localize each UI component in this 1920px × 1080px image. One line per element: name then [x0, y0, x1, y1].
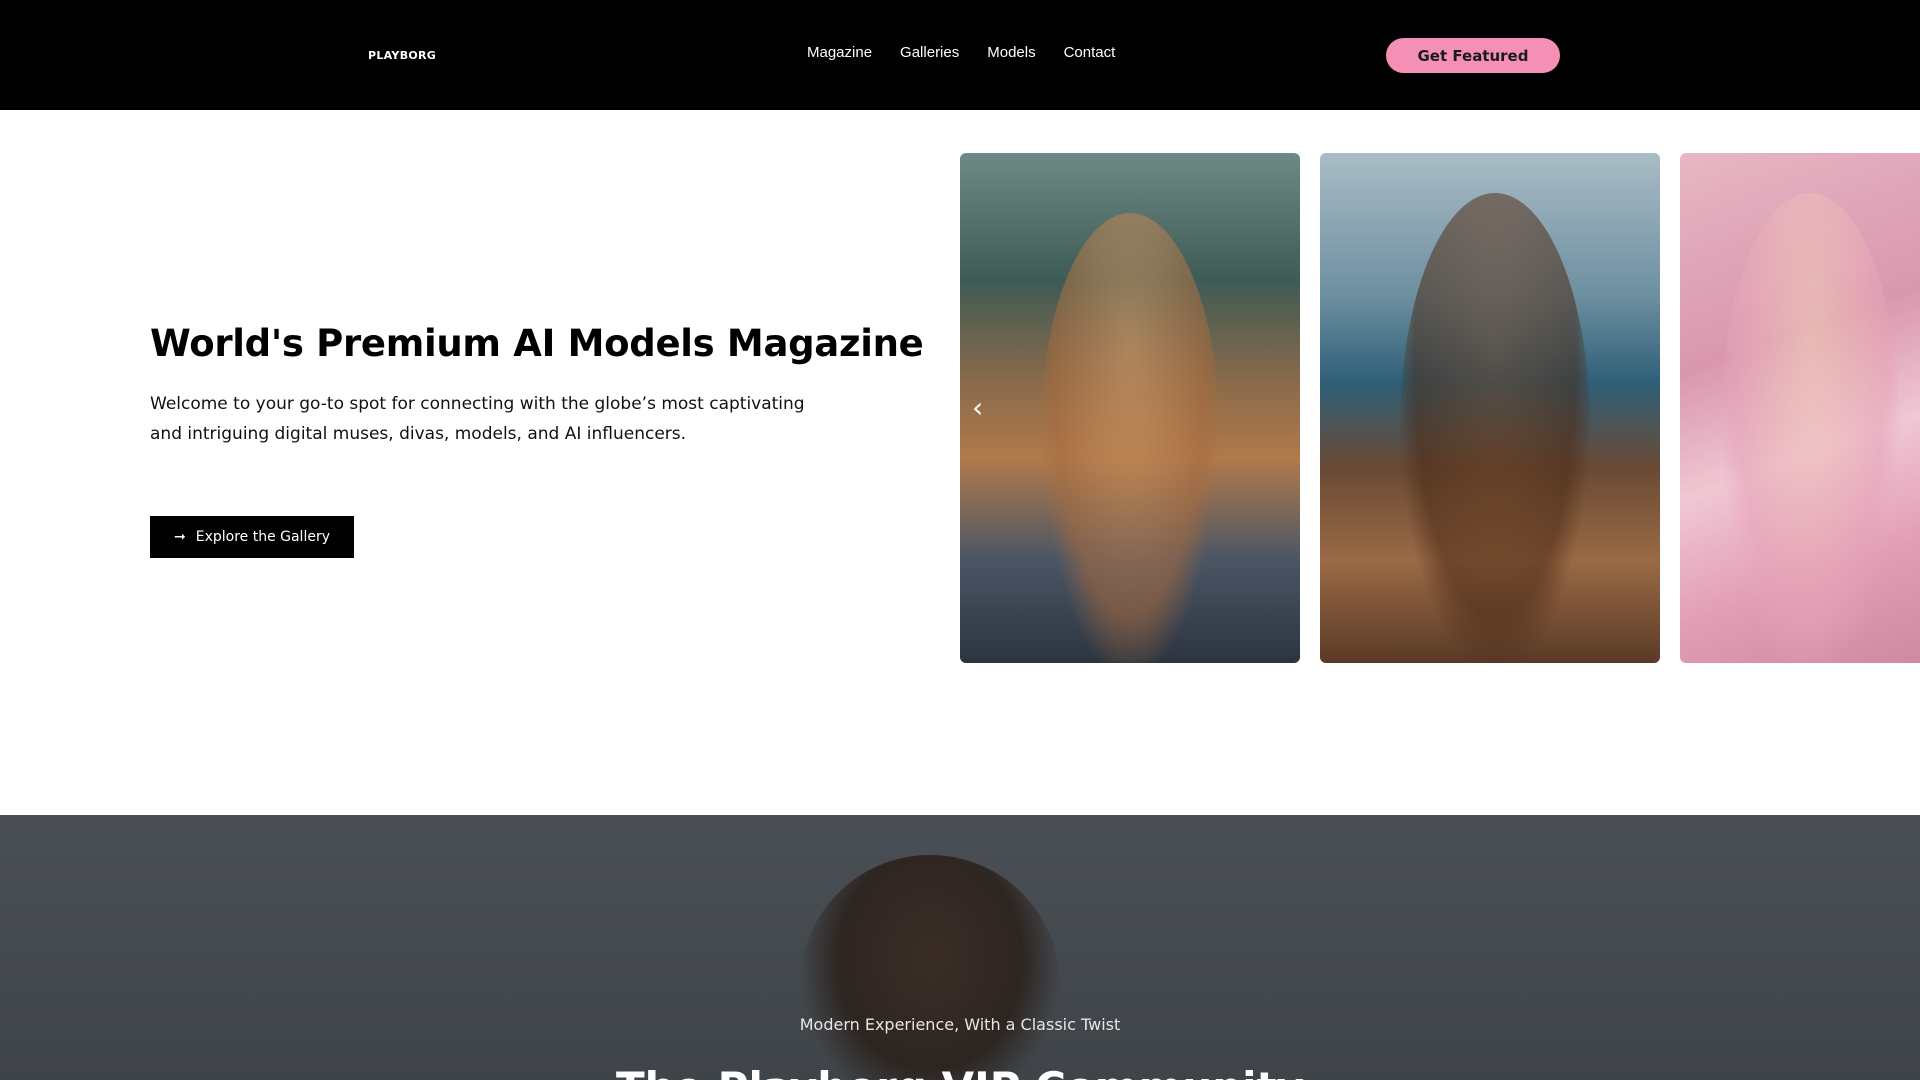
- model-carousel: ‹: [960, 153, 1920, 663]
- carousel-card[interactable]: [1320, 153, 1660, 663]
- explore-gallery-label: Explore the Gallery: [195, 529, 330, 545]
- main-nav: Magazine Galleries Models Contact: [807, 44, 1115, 61]
- section-subtitle: Modern Experience, With a Classic Twist: [799, 1015, 1121, 1034]
- hero-title: World's Premium AI Models Magazine: [150, 322, 924, 365]
- arrow-right-icon: ➞: [173, 529, 186, 545]
- nav-link-galleries[interactable]: Galleries: [900, 44, 959, 61]
- community-section: Modern Experience, With a Classic Twist …: [0, 815, 1920, 1080]
- site-header: PLAYBORG Magazine Galleries Models Conta…: [0, 0, 1920, 110]
- model-photo: [1400, 193, 1590, 663]
- nav-link-models[interactable]: Models: [987, 44, 1035, 61]
- background-photo: [800, 855, 1060, 1080]
- explore-gallery-button[interactable]: ➞ Explore the Gallery: [150, 516, 354, 558]
- nav-link-contact[interactable]: Contact: [1064, 44, 1116, 61]
- model-photo: [1040, 213, 1220, 663]
- carousel-card[interactable]: [1680, 153, 1920, 663]
- chevron-left-icon[interactable]: ‹: [972, 393, 992, 423]
- nav-link-magazine[interactable]: Magazine: [807, 44, 872, 61]
- site-logo[interactable]: PLAYBORG: [368, 49, 436, 62]
- carousel-card[interactable]: ‹: [960, 153, 1300, 663]
- model-photo: [1720, 193, 1900, 663]
- get-featured-button[interactable]: Get Featured: [1386, 38, 1560, 73]
- hero-description: Welcome to your go-to spot for connectin…: [150, 394, 805, 444]
- section-title: The Playborg VIP Community: [0, 1063, 1920, 1080]
